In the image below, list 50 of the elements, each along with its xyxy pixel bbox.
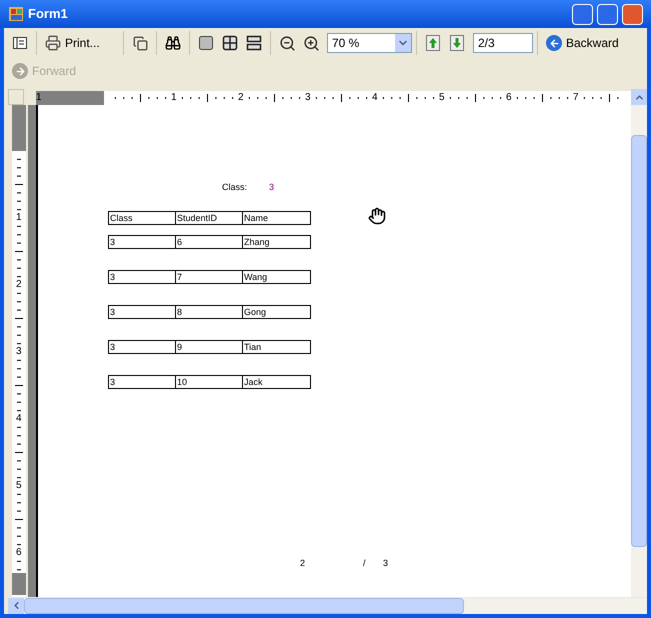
ruler-label: 5 bbox=[16, 481, 22, 491]
page-number-text: 3 bbox=[383, 557, 390, 570]
table-cell: 3 bbox=[109, 306, 176, 318]
ruler-margin bbox=[12, 105, 26, 151]
table-cell: 3 bbox=[109, 271, 176, 283]
table-cell-text: Wang bbox=[243, 271, 268, 283]
class-value: 3 bbox=[269, 181, 274, 194]
class-label: Class: bbox=[222, 181, 248, 194]
print-button[interactable]: Print... bbox=[41, 31, 119, 55]
table-cell-text: Tian bbox=[243, 341, 262, 353]
window-title: Form1 bbox=[28, 5, 68, 24]
arrow-right-icon bbox=[14, 66, 26, 76]
table-cell: 8 bbox=[176, 306, 243, 318]
scroll-left-button[interactable] bbox=[8, 598, 24, 614]
ruler-label: 1 bbox=[36, 91, 42, 105]
page-number-text: 2 bbox=[300, 557, 306, 570]
form-icon bbox=[8, 6, 24, 22]
close-button[interactable] bbox=[622, 4, 643, 24]
table-cell: 3 bbox=[109, 341, 176, 353]
table-cell-text: Gong bbox=[243, 306, 268, 318]
maximize-button[interactable] bbox=[597, 4, 618, 24]
table-cell-text: Zhang bbox=[243, 236, 271, 248]
table-cell: 3 bbox=[109, 236, 176, 248]
table-cell: 10 bbox=[176, 376, 243, 388]
ruler-label: 3 bbox=[16, 347, 22, 357]
ruler-margin bbox=[12, 573, 26, 595]
page-field[interactable]: 2/3 bbox=[473, 33, 533, 53]
minimize-button[interactable] bbox=[572, 4, 593, 24]
table-cell: 6 bbox=[176, 236, 243, 248]
scroll-thumb[interactable] bbox=[631, 135, 647, 547]
page-number-text: / bbox=[363, 557, 367, 570]
ruler-margin bbox=[36, 91, 104, 105]
zoom-dropdown[interactable]: 70 % bbox=[327, 33, 412, 53]
scroll-thumb[interactable] bbox=[24, 598, 464, 614]
column-header: StudentID bbox=[176, 212, 243, 224]
column-header: Class bbox=[109, 212, 176, 224]
scroll-up-button[interactable] bbox=[631, 89, 647, 105]
ruler-label: 1 bbox=[16, 213, 22, 223]
table-cell: 3 bbox=[109, 376, 176, 388]
table-cell-text: Jack bbox=[243, 376, 264, 388]
printer-icon bbox=[45, 35, 61, 51]
ruler-label: 2 bbox=[16, 280, 22, 290]
hand-cursor-icon bbox=[368, 207, 386, 225]
nav-button[interactable]: Backward bbox=[542, 31, 623, 55]
column-header: Name bbox=[243, 212, 270, 224]
ruler-label: 6 bbox=[16, 548, 22, 558]
arrow-left-icon bbox=[548, 38, 560, 48]
table-cell: 7 bbox=[176, 271, 243, 283]
table-cell: 9 bbox=[176, 341, 243, 353]
ruler-label: 4 bbox=[16, 414, 22, 424]
